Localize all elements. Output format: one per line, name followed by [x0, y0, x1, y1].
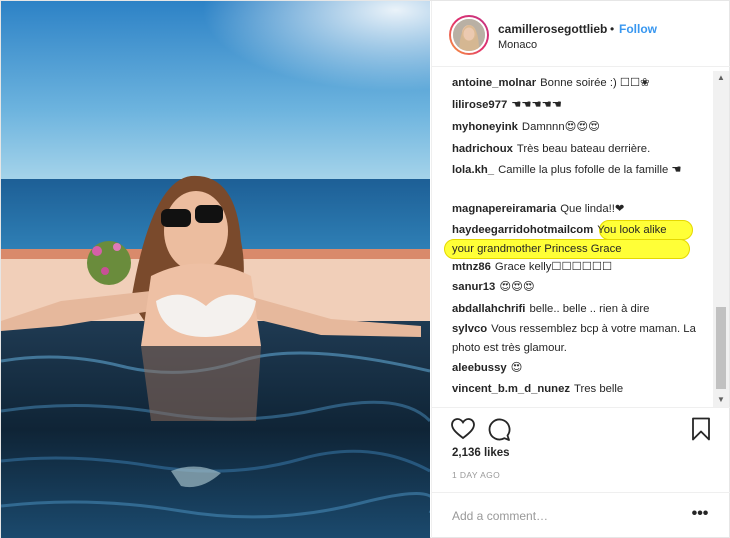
comments-scrollbar[interactable]: ▲ ▼: [713, 71, 729, 407]
instagram-post-window: camillerosegottlieb • Follow Monaco anto…: [0, 0, 730, 538]
comment-item: mtnz86 Grace kelly☐☐☐☐☐☐: [452, 257, 714, 277]
avatar[interactable]: [449, 15, 489, 55]
comment-continuation: your grandmother Princess Grace: [452, 239, 714, 259]
comment-text: ☚☚☚☚☚: [511, 99, 562, 111]
comment-item: abdallahchrifi belle.. belle .. rien à di…: [452, 299, 714, 319]
comment-username[interactable]: lola.kh_: [452, 164, 494, 176]
highlighted-comment-text-line1: You look alike: [597, 224, 667, 236]
comment-username[interactable]: mtnz86: [452, 261, 491, 273]
comment-username[interactable]: haydeegarridohotmailcom: [452, 224, 593, 236]
comment-item: hadrichoux Très beau bateau derrière.: [452, 139, 714, 159]
comment-username[interactable]: abdallahchrifi: [452, 303, 525, 315]
post-details-panel: camillerosegottlieb • Follow Monaco anto…: [431, 1, 730, 538]
post-timestamp[interactable]: 1 DAY AGO: [452, 470, 500, 480]
comment-text: Grace kelly☐☐☐☐☐☐: [494, 261, 613, 273]
pool-photo-image: [1, 1, 430, 538]
comment-text: Damnnn😍😍😍: [521, 121, 600, 133]
comment-username[interactable]: aleebussy: [452, 362, 507, 374]
add-comment-row: •••: [432, 492, 730, 536]
comment-item: vincent_b.m_d_nunez Tres belle: [452, 379, 714, 399]
comment-username[interactable]: sylvco: [452, 323, 487, 335]
highlighted-comment-text-line2: your grandmother Princess Grace: [452, 243, 622, 255]
post-header: camillerosegottlieb • Follow Monaco: [432, 1, 730, 67]
comment-item: magnapereiramaria Que linda!!❤: [452, 199, 714, 219]
comment-text: Camille la plus fofolle de la famille ☚: [498, 164, 682, 176]
post-photo[interactable]: [1, 1, 430, 538]
separator-dot: •: [610, 22, 615, 36]
comments-list: antoine_molnar Bonne soirée :) ☐☐❀ liliro…: [432, 67, 730, 407]
more-options-icon[interactable]: •••: [688, 503, 712, 525]
scroll-down-arrow-icon[interactable]: ▼: [713, 393, 729, 407]
comment-username[interactable]: sanur13: [452, 281, 495, 293]
comment-item: lilirose977 ☚☚☚☚☚: [452, 95, 714, 115]
likes-count[interactable]: 2,136 likes: [452, 447, 510, 459]
comment-text: Très beau bateau derrière.: [516, 143, 651, 155]
post-actions: 2,136 likes 1 DAY AGO •••: [432, 407, 730, 537]
comment-username[interactable]: vincent_b.m_d_nunez: [452, 383, 570, 395]
comment-text: belle.. belle .. rien à dire: [529, 303, 650, 315]
avatar-image: [451, 17, 487, 53]
comment-item: aleebussy 😍: [452, 358, 714, 378]
comment-username[interactable]: hadrichoux: [452, 143, 513, 155]
comment-text: 😍😍😍: [499, 281, 535, 293]
heart-icon[interactable]: [450, 416, 476, 442]
post-username[interactable]: camillerosegottlieb: [498, 22, 607, 36]
scroll-up-arrow-icon[interactable]: ▲: [713, 71, 729, 85]
add-comment-input[interactable]: [452, 506, 682, 526]
scrollbar-thumb[interactable]: [716, 307, 726, 389]
comment-text: Bonne soirée :) ☐☐❀: [540, 77, 650, 89]
comment-item-highlighted: haydeegarridohotmailcom You look alike: [452, 220, 714, 240]
comment-item: lola.kh_ Camille la plus fofolle de la fa…: [452, 161, 714, 180]
comment-text: 😍: [510, 362, 523, 374]
post-location[interactable]: Monaco: [498, 39, 537, 51]
follow-button[interactable]: Follow: [619, 22, 657, 36]
comment-item: sylvco Vous ressemblez bcp à votre maman.…: [452, 320, 714, 358]
comment-username[interactable]: myhoneyink: [452, 121, 518, 133]
comment-item: sanur13 😍😍😍: [452, 277, 714, 297]
comment-username[interactable]: antoine_molnar: [452, 77, 536, 89]
comment-item: myhoneyink Damnnn😍😍😍: [452, 117, 714, 137]
comment-username[interactable]: magnapereiramaria: [452, 203, 556, 215]
comment-text: Tres belle: [574, 383, 624, 395]
bookmark-icon[interactable]: [688, 416, 714, 442]
comment-text: Vous ressemblez bcp à votre maman. La ph…: [452, 323, 696, 354]
comment-text: Que linda!!❤: [560, 203, 625, 215]
comment-item: antoine_molnar Bonne soirée :) ☐☐❀: [452, 73, 714, 93]
comment-icon[interactable]: [486, 416, 512, 442]
comment-username[interactable]: lilirose977: [452, 99, 507, 111]
